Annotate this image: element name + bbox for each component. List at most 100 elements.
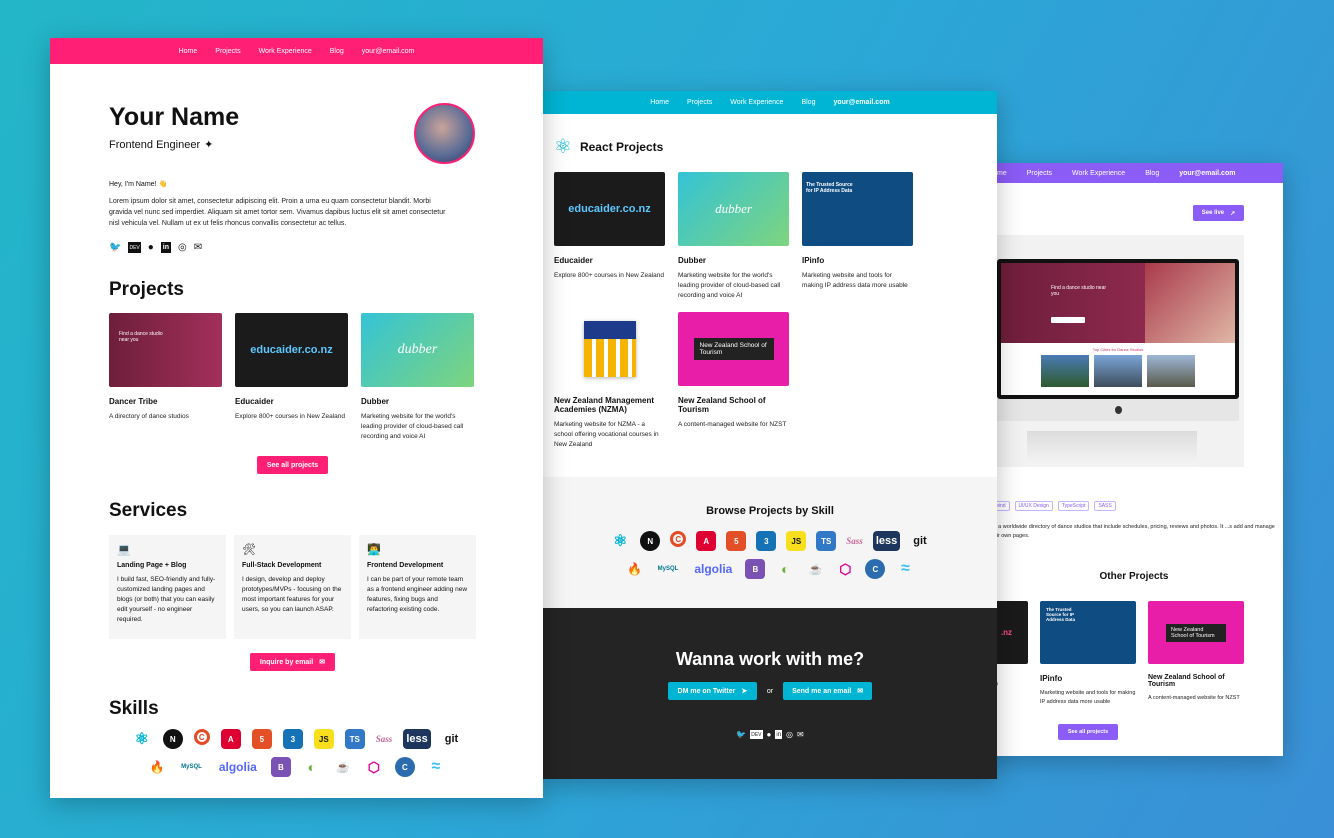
cta-heading: Wanna work with me? [675, 649, 865, 669]
dev-icon[interactable]: DEV [128, 242, 141, 253]
spring-icon[interactable]: ◐ [775, 559, 795, 579]
graphql-icon[interactable]: ⬡ [364, 757, 384, 777]
cypress-icon[interactable]: C [865, 559, 886, 579]
react-icon[interactable]: ⚛ [132, 729, 152, 749]
twitter-icon[interactable]: 🐦 [736, 730, 746, 739]
project-card-nzst[interactable]: New Zealand School of Tourism New Zealan… [678, 312, 789, 452]
algolia-icon[interactable]: algolia [691, 559, 735, 579]
project-card-dubber[interactable]: dubber Dubber Marketing website for the … [678, 172, 789, 300]
nav-blog[interactable]: Blog [1145, 170, 1159, 177]
css3-icon[interactable]: 3 [282, 729, 303, 749]
nav-email[interactable]: your@email.com [1179, 170, 1235, 177]
see-all-projects-button[interactable]: See all projects [1058, 724, 1118, 740]
tailwind-icon[interactable]: ≈ [895, 559, 915, 579]
twitter-icon[interactable]: 🐦 [109, 242, 121, 253]
html5-icon[interactable]: 5 [726, 531, 747, 551]
nav-blog[interactable]: Blog [801, 99, 815, 106]
sass-icon[interactable]: Sass [846, 531, 863, 551]
next-icon[interactable]: N [162, 729, 183, 749]
nav-home[interactable]: Home [179, 48, 198, 55]
java-icon[interactable]: ☕ [805, 559, 825, 579]
inquire-by-email-button[interactable]: Inquire by email ✉ [250, 653, 335, 671]
projects-heading: Projects [109, 279, 184, 300]
c-icon[interactable]: C [670, 531, 687, 547]
js-icon[interactable]: JS [786, 531, 807, 551]
home-skills: ⚛ N C A 5 3 JS TS Sass less git 🔥 MySQL algolia B ◐ ☕ ⬡ C… [50, 729, 543, 777]
ts-icon[interactable]: TS [816, 531, 837, 551]
firebase-icon[interactable]: 🔥 [625, 559, 645, 579]
nav-projects[interactable]: Projects [687, 99, 712, 106]
projects-nav: Home Projects Work Experience Blog your@… [543, 91, 997, 114]
dev-icon[interactable]: DEV [750, 730, 763, 739]
cypress-icon[interactable]: C [394, 757, 415, 777]
css3-icon[interactable]: 3 [756, 531, 777, 551]
project-card-dancer-tribe[interactable]: Find a dance studio near you Dancer Trib… [109, 313, 222, 442]
git-icon[interactable]: git [442, 729, 461, 749]
project-card-ipinfo[interactable]: The Trusted Source for IP Address Data I… [802, 172, 913, 300]
nzst-thumb: New Zealand School of Tourism [1148, 601, 1244, 664]
angular-icon[interactable]: A [220, 729, 241, 749]
c-icon[interactable]: C [193, 729, 210, 745]
github-icon[interactable]: ● [767, 730, 772, 739]
greeting: Hey, I'm Name! 👋 [109, 181, 168, 188]
graphql-icon[interactable]: ⬡ [835, 559, 855, 579]
nav-blog[interactable]: Blog [330, 48, 344, 55]
nav-work[interactable]: Work Experience [730, 99, 783, 106]
instagram-icon[interactable]: ◎ [786, 730, 793, 739]
tools-icon: 🛠 [242, 544, 256, 556]
email-icon[interactable]: ✉ [194, 242, 202, 253]
nav-work[interactable]: Work Experience [259, 48, 312, 55]
technologist-icon: 👨‍💻 [367, 544, 381, 556]
bootstrap-icon[interactable]: B [270, 757, 291, 777]
mysql-icon[interactable]: MySQL [655, 559, 682, 579]
nav-home[interactable]: Home [650, 99, 669, 106]
nav-email[interactable]: your@email.com [362, 48, 415, 55]
email-icon[interactable]: ✉ [797, 730, 804, 739]
java-icon[interactable]: ☕ [333, 757, 353, 777]
firebase-icon[interactable]: 🔥 [147, 757, 167, 777]
project-card-nzma[interactable]: New Zealand Management Academies (NZMA) … [554, 312, 665, 452]
spring-icon[interactable]: ◐ [302, 757, 322, 777]
other-projects-heading: Other Projects [1099, 571, 1169, 582]
mail-icon: ✉ [319, 659, 326, 666]
nav-projects[interactable]: Projects [1027, 170, 1052, 177]
react-icon[interactable]: ⚛ [610, 531, 630, 551]
html5-icon[interactable]: 5 [251, 729, 272, 749]
ts-icon[interactable]: TS [344, 729, 365, 749]
footer-social-icons: 🐦 DEV ● in ◎ ✉ [543, 730, 997, 739]
angular-icon[interactable]: A [696, 531, 717, 551]
other-card[interactable]: New Zealand School of Tourism New Zealan… [1148, 601, 1244, 707]
git-icon[interactable]: git [910, 531, 929, 551]
sparkles-icon: ✦ [204, 139, 214, 151]
project-card-educaider[interactable]: educaider.co.nz Educaider Explore 800+ c… [554, 172, 665, 300]
mysql-icon[interactable]: MySQL [178, 757, 205, 777]
cta-section: Wanna work with me? DM me on Twitter ➤ o… [543, 608, 997, 779]
sass-icon[interactable]: Sass [376, 729, 393, 749]
dm-twitter-button[interactable]: DM me on Twitter ➤ [667, 682, 757, 700]
service-card: 👨‍💻 Frontend Development I can be part o… [359, 535, 476, 639]
project-card-educaider[interactable]: educaider.co.nz Educaider Explore 800+ c… [235, 313, 348, 442]
next-icon[interactable]: N [640, 531, 661, 551]
bootstrap-icon[interactable]: B [745, 559, 766, 579]
other-card[interactable]: The Trusted Source for IP Address Data I… [1040, 601, 1136, 707]
or-label: or [766, 687, 774, 695]
see-live-button[interactable]: See live ↗ [1193, 205, 1244, 221]
nav-work[interactable]: Work Experience [1072, 170, 1125, 177]
service-card: 🛠 Full-Stack Development I design, devel… [234, 535, 351, 639]
github-icon[interactable]: ● [148, 242, 154, 253]
nav-home[interactable]: me [997, 170, 1007, 177]
project-card-dubber[interactable]: dubber Dubber Marketing website for the … [361, 313, 474, 442]
nav-projects[interactable]: Projects [215, 48, 240, 55]
algolia-icon[interactable]: algolia [216, 757, 260, 777]
tailwind-icon[interactable]: ≈ [426, 757, 446, 777]
less-icon[interactable]: less [403, 729, 431, 749]
send-email-button[interactable]: Send me an email ✉ [783, 682, 873, 700]
nav-email[interactable]: your@email.com [833, 99, 889, 106]
instagram-icon[interactable]: ◎ [178, 242, 187, 253]
linkedin-icon[interactable]: in [775, 730, 783, 739]
social-icons: 🐦 DEV ● in ◎ ✉ [109, 242, 202, 253]
less-icon[interactable]: less [872, 531, 901, 551]
see-all-projects-button[interactable]: See all projects [257, 456, 328, 474]
js-icon[interactable]: JS [313, 729, 334, 749]
linkedin-icon[interactable]: in [160, 242, 172, 253]
